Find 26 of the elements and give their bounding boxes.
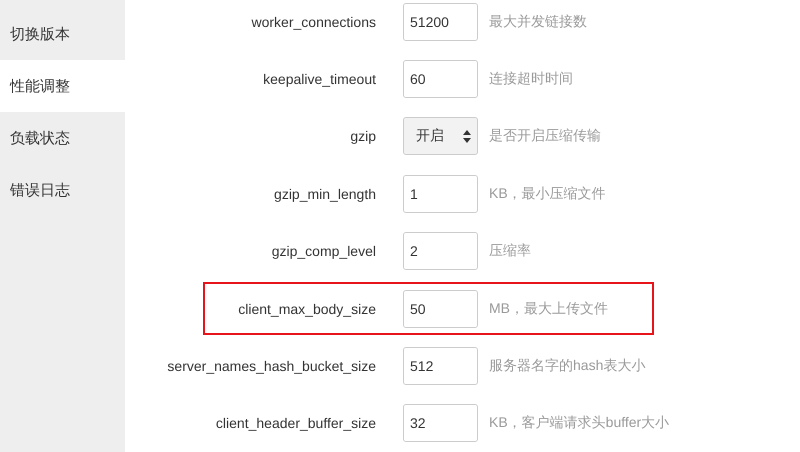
input-field[interactable]: 50 — [403, 290, 478, 328]
setting-hint: MB，最大上传文件 — [489, 300, 609, 318]
setting-label: server_names_hash_bucket_size — [166, 358, 376, 374]
setting-hint: 服务器名字的hash表大小 — [489, 357, 646, 376]
setting-hint: 是否开启压缩传输 — [489, 127, 602, 146]
setting-hint: KB，客户端请求头buffer大小 — [489, 414, 670, 432]
input-field[interactable]: 51200 — [403, 2, 478, 41]
setting-label: keepalive_timeout — [262, 71, 376, 88]
setting-label: gzip — [349, 128, 376, 144]
setting-hint: 压缩率 — [489, 242, 532, 260]
setting-label: gzip_comp_level — [270, 243, 376, 260]
setting-label: gzip_min_length — [273, 186, 376, 202]
updown-caret-icon — [463, 130, 471, 143]
sidebar-item[interactable]: 性能调整 — [0, 60, 125, 112]
input-field[interactable]: 1 — [403, 174, 478, 213]
setting-hint: 连接超时时间 — [489, 70, 574, 88]
input-field[interactable]: 512 — [403, 347, 478, 386]
input-field[interactable]: 32 — [403, 404, 478, 442]
input-field[interactable]: 2 — [403, 232, 478, 270]
setting-label: client_header_buffer_size — [214, 415, 376, 432]
setting-hint: 最大并发链接数 — [489, 12, 588, 31]
setting-label: worker_connections — [250, 14, 376, 30]
input-field[interactable]: 60 — [403, 60, 478, 98]
select-field[interactable]: 开启 — [403, 117, 478, 156]
setting-hint: KB，最小压缩文件 — [489, 184, 607, 203]
setting-label: client_max_body_size — [237, 300, 376, 317]
